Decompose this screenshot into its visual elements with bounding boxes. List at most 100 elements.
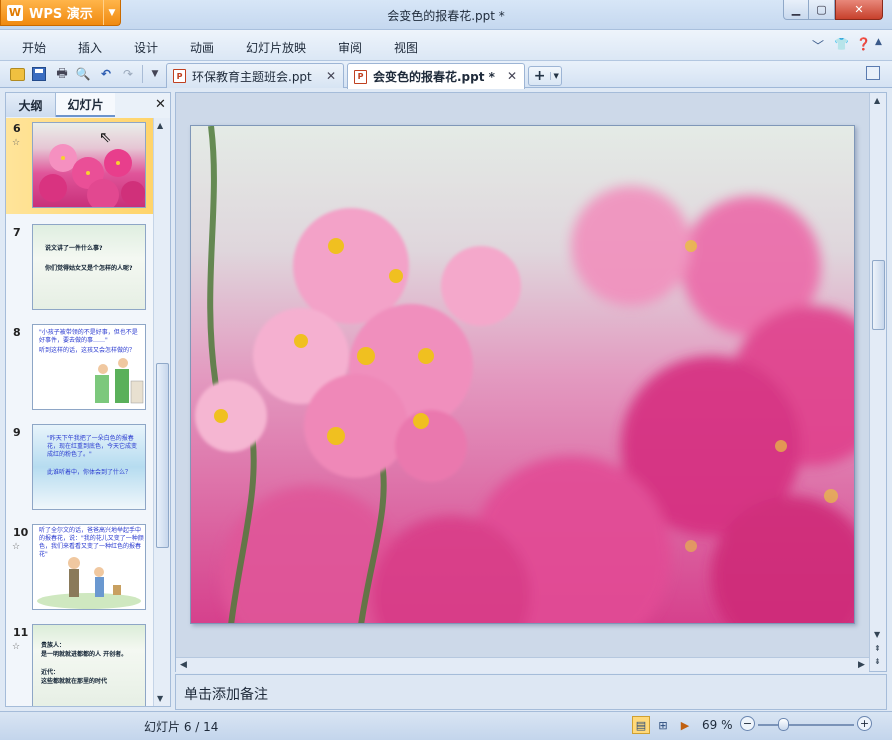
doc-tab-eco-meeting[interactable]: P 环保教育主题班会.ppt ✕ [166,63,344,88]
menu-item-review[interactable]: 审阅 [338,39,362,56]
slides-pane-scrollbar[interactable]: ▲ ▼ [153,118,170,706]
doc-tab-primrose[interactable]: P 会变色的报春花.ppt * ✕ [347,63,525,89]
slideshow-view-icon[interactable]: ▶ [676,716,694,734]
slide-thumbnail-image: "昨天下午我把了一朵白色的报春花，现在红重到底色，今天它成变成红的粉色了。" 此… [32,424,146,510]
print-preview-icon[interactable]: 🔍 [75,66,91,82]
slide-thumbnail-6[interactable]: 6 ☆ ⇖ [6,118,153,214]
children-illustration [95,358,144,404]
doc-tab-label: 会变色的报春花.ppt * [373,70,495,84]
undo-icon[interactable]: ↶ [98,66,114,82]
thumb-text: 是一明就就进都都的人 开创者。 [41,651,128,658]
notes-pane[interactable]: 单击添加备注 [175,674,887,710]
slide-number: 11 [13,626,29,639]
thumb-text: 贵族人： [41,642,66,649]
mouse-cursor-icon: ⇖ [99,128,112,146]
skin-icon[interactable]: 👕 [834,37,849,51]
maximize-button[interactable]: ▢ [809,0,835,20]
next-slide-icon[interactable]: ⇟ [874,657,881,666]
save-icon[interactable] [32,67,46,81]
slide-number: 6 [13,122,21,135]
current-slide-canvas[interactable] [190,125,855,624]
editor-horizontal-scrollbar[interactable]: ◀ ▶ [176,657,869,673]
slide-sorter-view-icon[interactable]: ⊞ [654,716,672,734]
thumb-text: 这些都就就在那里的时代 [41,678,108,685]
menu-item-design[interactable]: 设计 [134,39,158,56]
scroll-left-icon[interactable]: ◀ [180,660,187,670]
thumb-text: 你们觉得姑女又是个怎样的人呢? [45,265,133,272]
slide-thumbnail-image: "小孩子被带领的不是好事，但也不是好事件，要去做的事……" 听到这样的话，这孩又… [32,324,146,410]
slide-number: 8 [13,326,21,339]
new-document-button[interactable]: + ▼ [528,66,562,86]
redo-icon[interactable]: ↷ [120,66,136,82]
ppt-file-icon: P [354,69,367,84]
minimize-button[interactable]: ▁ [783,0,809,20]
minimize-icon: ▁ [791,3,801,16]
open-folder-icon[interactable] [10,68,25,81]
slide-thumbnail-7[interactable]: 7 说文讲了一件什么事? 你们觉得姑女又是个怎样的人呢? [6,222,153,318]
zoom-slider-thumb[interactable] [778,718,790,731]
scrollbar-thumb[interactable] [156,363,169,548]
menu-item-view[interactable]: 视图 [394,39,418,56]
close-icon[interactable]: ✕ [507,69,517,83]
slide-thumbnail-image [32,122,146,208]
normal-view-icon[interactable]: ▤ [632,716,650,734]
chevron-up-icon[interactable]: ▲ [875,37,882,47]
primrose-thumb-art [39,144,145,207]
menu-bar: 开始 插入 设计 动画 幻灯片放映 审阅 视图 ﹀ 👕 ❓ ▲ [0,30,892,61]
slide-number: 10 [13,526,29,539]
animation-star-icon: ☆ [12,138,21,148]
thumb-text: 近代： [41,669,60,676]
slide-thumbnail-image: 说文讲了一件什么事? 你们觉得姑女又是个怎样的人呢? [32,224,146,310]
close-icon: ✕ [854,3,864,16]
zoom-out-button[interactable]: − [740,716,755,731]
help-icon[interactable]: ❓ [856,37,871,51]
slide-thumbnail-list: 6 ☆ ⇖ 7 说文讲了一件什么事? 你们觉得姑女又是个怎样的人呢? 8 "小孩… [6,118,153,706]
slide-number: 9 [13,426,21,439]
quick-access-toolbar: 🖶 🔍 ↶ ↷ ▼ P 环保教育主题班会.ppt ✕ P 会变色的报春花.ppt… [0,61,892,89]
chevron-down-icon[interactable]: ▼ [550,72,561,80]
slide-thumbnail-image: 贵族人： 是一明就就进都都的人 开创者。 近代： 这些都就就在那里的时代 [32,624,146,706]
thumb-text: 此谁听着中，你体会到了什么？ [47,469,132,476]
scrollbar-thumb[interactable] [872,260,885,330]
slide-thumbnail-11[interactable]: 11 ☆ 贵族人： 是一明就就进都都的人 开创者。 近代： 这些都就就在那里的时… [6,622,153,706]
zoom-in-button[interactable]: + [857,716,872,731]
print-icon[interactable]: 🖶 [54,66,70,82]
menu-item-slideshow[interactable]: 幻灯片放映 [246,39,306,56]
doc-tab-label: 环保教育主题班会.ppt [192,69,312,84]
scroll-right-icon[interactable]: ▶ [858,660,865,670]
tab-slides[interactable]: 幻灯片 [56,93,115,117]
title-bar: W WPS 演示 ▼ 会变色的报春花.ppt * ▁ ▢ ✕ [0,0,892,30]
zoom-slider-track[interactable] [758,724,854,726]
zoom-level[interactable]: 69 % [702,718,733,732]
thumb-text: 说文讲了一件什么事? [45,245,103,252]
close-icon[interactable]: ✕ [155,97,166,112]
menu-item-home[interactable]: 开始 [22,39,46,56]
scroll-down-icon[interactable]: ▼ [157,694,163,703]
task-pane-icon[interactable] [866,66,880,80]
animation-star-icon: ☆ [12,642,21,652]
father-son-illustration [37,557,141,609]
ppt-file-icon: P [173,69,186,83]
scroll-down-icon[interactable]: ▼ [874,630,880,639]
chevron-down-icon[interactable]: ﹀ [812,37,824,54]
menu-item-insert[interactable]: 插入 [78,39,102,56]
close-window-button[interactable]: ✕ [835,0,883,20]
primrose-photo [191,126,854,623]
customize-toolbar-icon[interactable]: ▼ [147,66,163,82]
tab-outline[interactable]: 大纲 [6,93,56,117]
window-title: 会变色的报春花.ppt * [387,9,505,23]
scroll-up-icon[interactable]: ▲ [157,121,163,130]
slide-thumbnail-10[interactable]: 10 ☆ 听了全尔文的话，爸爸高兴地举起手中的报春花，说："我的花儿又变了一种颜… [6,522,153,618]
menu-item-animation[interactable]: 动画 [190,39,214,56]
editor-vertical-scrollbar[interactable]: ▲ ▼ ⇞ ⇟ [869,93,886,671]
animation-star-icon: ☆ [12,542,21,552]
scroll-up-icon[interactable]: ▲ [874,96,880,105]
plus-icon: + [533,68,546,84]
slide-thumbnail-8[interactable]: 8 "小孩子被带领的不是好事，但也不是好事件，要去做的事……" 听到这样的话，这… [6,322,153,418]
slide-number: 7 [13,226,21,239]
slide-editor: ▲ ▼ ⇞ ⇟ ◀ ▶ [175,92,887,673]
previous-slide-icon[interactable]: ⇞ [874,644,881,653]
close-icon[interactable]: ✕ [326,69,336,83]
status-bar: 幻灯片 6 / 14 ▤ ⊞ ▶ 69 % − + [0,711,892,740]
slide-thumbnail-9[interactable]: 9 "昨天下午我把了一朵白色的报春花，现在红重到底色，今天它成变成红的粉色了。"… [6,422,153,518]
